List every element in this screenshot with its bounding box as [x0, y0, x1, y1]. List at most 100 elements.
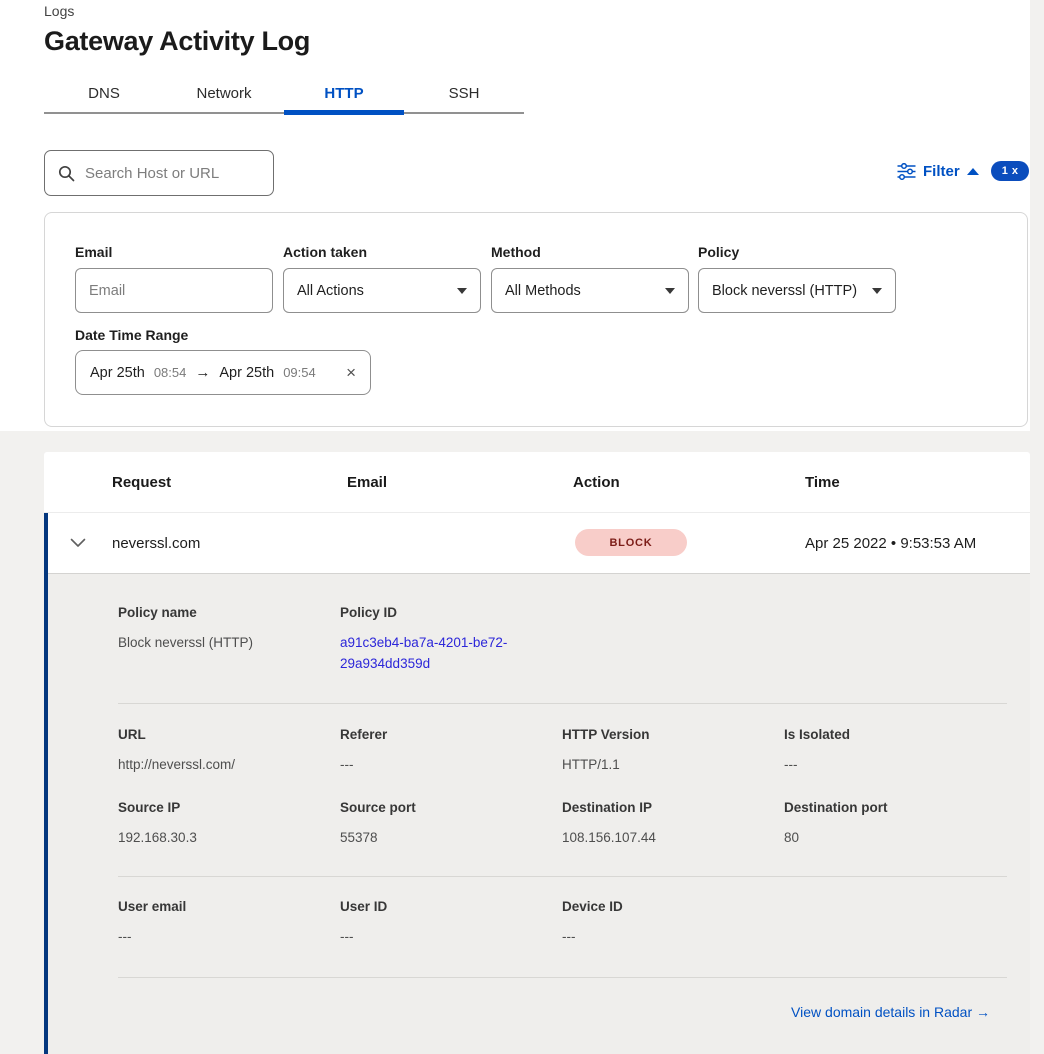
- url-label: URL: [118, 727, 323, 742]
- row-time-cell: Apr 25 2022 • 9:53:53 AM: [805, 513, 976, 573]
- date-range-label: Date Time Range: [75, 327, 188, 343]
- page-title: Gateway Activity Log: [44, 26, 310, 57]
- section-divider: [118, 977, 1007, 978]
- tab-dns[interactable]: DNS: [44, 74, 164, 112]
- http-version-label: HTTP Version: [562, 727, 767, 742]
- user-id-field: User ID ---: [340, 899, 545, 947]
- destination-ip-field: Destination IP 108.156.107.44: [562, 800, 767, 848]
- caret-up-icon: [967, 168, 979, 175]
- destination-port-label: Destination port: [784, 800, 989, 815]
- source-port-field: Source port 55378: [340, 800, 545, 848]
- search-input[interactable]: [85, 165, 260, 182]
- source-port-label: Source port: [340, 800, 545, 815]
- action-filter-label: Action taken: [283, 244, 367, 260]
- email-filter-field[interactable]: [75, 268, 273, 313]
- status-badge: BLOCK: [575, 529, 687, 556]
- email-filter-input[interactable]: [89, 283, 259, 299]
- referer-field: Referer ---: [340, 727, 545, 775]
- search-icon: [58, 165, 75, 182]
- policy-filter-value: Block neverssl (HTTP): [712, 283, 857, 299]
- caret-down-icon: [457, 288, 467, 294]
- filter-toggle-button[interactable]: Filter 1 x: [897, 158, 1029, 184]
- url-value: http://neverssl.com/: [118, 754, 323, 775]
- tab-dns-label: DNS: [88, 85, 120, 102]
- referer-value: ---: [340, 754, 545, 775]
- policy-id-label: Policy ID: [340, 605, 545, 620]
- destination-ip-value: 108.156.107.44: [562, 827, 767, 848]
- date-range-end-time: 09:54: [283, 365, 316, 380]
- filter-sliders-icon: [897, 163, 916, 180]
- filter-panel: Email Action taken Method Policy All Act…: [44, 212, 1028, 427]
- source-ip-value: 192.168.30.3: [118, 827, 323, 848]
- close-icon[interactable]: ×: [346, 363, 356, 383]
- tab-ssh[interactable]: SSH: [404, 74, 524, 112]
- filter-label: Filter: [923, 163, 960, 180]
- table-row[interactable]: neverssl.com BLOCK Apr 25 2022 • 9:53:53…: [44, 513, 1030, 573]
- radar-details-link[interactable]: View domain details in Radar →: [791, 1004, 990, 1020]
- date-range-start-date: Apr 25th: [90, 365, 145, 381]
- tab-http[interactable]: HTTP: [284, 74, 404, 112]
- date-range-field[interactable]: Apr 25th 08:54 → Apr 25th 09:54 ×: [75, 350, 371, 395]
- source-ip-label: Source IP: [118, 800, 323, 815]
- search-box[interactable]: [44, 150, 274, 196]
- source-port-value: 55378: [340, 827, 545, 848]
- date-range-end-date: Apr 25th: [219, 365, 274, 381]
- log-type-tabs: DNS Network HTTP SSH: [44, 74, 524, 114]
- method-filter-label: Method: [491, 244, 541, 260]
- policy-id-field: Policy ID a91c3eb4-ba7a-4201-be72-29a934…: [340, 605, 545, 674]
- arrow-right-icon: →: [195, 364, 210, 381]
- policy-filter-label: Policy: [698, 244, 739, 260]
- column-header-request: Request: [112, 452, 171, 512]
- device-id-field: Device ID ---: [562, 899, 767, 947]
- expanded-row-details: Policy name Block neverssl (HTTP) Policy…: [44, 574, 1030, 1054]
- table-header: Request Email Action Time: [44, 452, 1030, 513]
- tab-network-label: Network: [196, 85, 251, 102]
- tab-ssh-label: SSH: [449, 85, 480, 102]
- referer-label: Referer: [340, 727, 545, 742]
- user-email-value: ---: [118, 926, 323, 947]
- caret-down-icon: [665, 288, 675, 294]
- section-divider: [118, 876, 1007, 877]
- expanded-row-accent-bar: [44, 513, 48, 1054]
- action-filter-value: All Actions: [297, 283, 364, 299]
- action-filter-select[interactable]: All Actions: [283, 268, 481, 313]
- user-email-field: User email ---: [118, 899, 323, 947]
- row-request-cell: neverssl.com: [112, 513, 200, 573]
- is-isolated-value: ---: [784, 754, 989, 775]
- is-isolated-field: Is Isolated ---: [784, 727, 989, 775]
- policy-name-value: Block neverssl (HTTP): [118, 632, 323, 653]
- breadcrumb: Logs: [44, 3, 74, 19]
- filter-count-badge[interactable]: 1 x: [991, 161, 1030, 181]
- policy-filter-select[interactable]: Block neverssl (HTTP): [698, 268, 896, 313]
- user-id-label: User ID: [340, 899, 545, 914]
- destination-port-value: 80: [784, 827, 989, 848]
- http-version-value: HTTP/1.1: [562, 754, 767, 775]
- user-email-label: User email: [118, 899, 323, 914]
- column-header-action: Action: [573, 452, 620, 512]
- caret-down-icon: [872, 288, 882, 294]
- url-field: URL http://neverssl.com/: [118, 727, 323, 775]
- date-range-start-time: 08:54: [154, 365, 187, 380]
- source-ip-field: Source IP 192.168.30.3: [118, 800, 323, 848]
- policy-name-label: Policy name: [118, 605, 323, 620]
- http-version-field: HTTP Version HTTP/1.1: [562, 727, 767, 775]
- device-id-value: ---: [562, 926, 767, 947]
- method-filter-select[interactable]: All Methods: [491, 268, 689, 313]
- is-isolated-label: Is Isolated: [784, 727, 989, 742]
- active-tab-indicator: [284, 110, 404, 115]
- device-id-label: Device ID: [562, 899, 767, 914]
- user-id-value: ---: [340, 926, 545, 947]
- destination-port-field: Destination port 80: [784, 800, 989, 848]
- gateway-activity-log-page: Logs Gateway Activity Log DNS Network HT…: [0, 0, 1044, 1054]
- method-filter-value: All Methods: [505, 283, 581, 299]
- tab-http-label: HTTP: [324, 85, 363, 102]
- email-filter-label: Email: [75, 244, 112, 260]
- column-header-email: Email: [347, 452, 387, 512]
- policy-name-field: Policy name Block neverssl (HTTP): [118, 605, 323, 653]
- chevron-down-icon[interactable]: [70, 538, 86, 548]
- destination-ip-label: Destination IP: [562, 800, 767, 815]
- tab-network[interactable]: Network: [164, 74, 284, 112]
- section-divider: [118, 703, 1007, 704]
- column-header-time: Time: [805, 452, 840, 512]
- policy-id-link[interactable]: a91c3eb4-ba7a-4201-be72-29a934dd359d: [340, 632, 545, 674]
